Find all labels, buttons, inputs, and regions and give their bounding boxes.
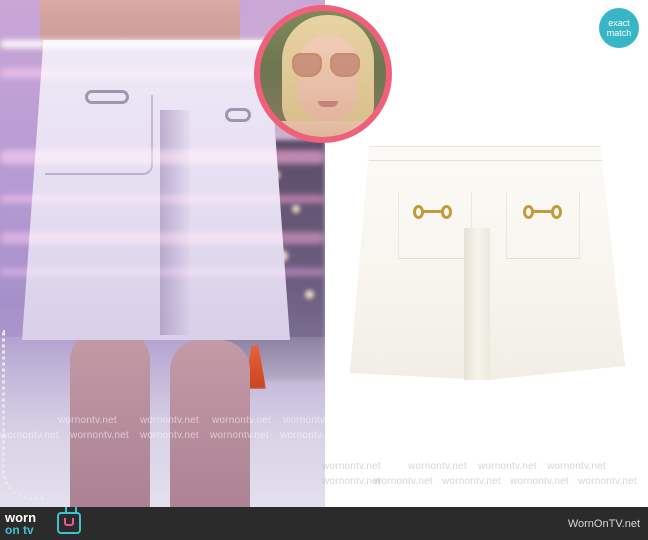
bokeh-light [305,290,314,299]
light-streak [0,195,325,203]
watermark-text: wornontv.net [210,430,269,441]
portrait-face [298,35,358,121]
sunglasses-lens [330,53,360,77]
watermark-text: wornontv.net [408,461,467,472]
light-streak [0,268,325,276]
wornontv-logo[interactable]: worn on tv [5,511,36,536]
watermark-text: wornontv.net [510,476,569,487]
watermark-text: wornontv.net [547,461,606,472]
tv-hanger-icon [57,512,81,534]
watermark-text: wornontv.net [280,430,339,441]
watermark-text: wornontv.net [58,415,117,426]
skirt-pocket-left [398,191,472,259]
bag-chain [2,330,44,500]
sunglasses-lens [292,53,322,77]
skirt-box-pleat [464,228,490,380]
watermark-text: wornontv.net [442,476,501,487]
light-streak [0,232,325,244]
worn-skirt [22,40,290,340]
skirt-waistband [369,160,602,161]
watermark-text: wornontv.net [322,461,381,472]
watermark-text: wornontv.net [140,415,199,426]
inset-portrait [254,5,392,143]
watermark-text: wornontv.net [322,476,381,487]
watermark-text: wornontv.net [70,430,129,441]
product-skirt-image[interactable] [350,146,625,380]
site-name[interactable]: WornOnTV.net [568,518,640,530]
portrait-lips [318,101,338,107]
watermark-text: wornontv.net [478,461,537,472]
logo-text-bottom: on tv [5,523,34,537]
horsebit-hardware [523,205,563,219]
bokeh-light [292,205,300,213]
watermark-text: wornontv.net [578,476,637,487]
skirt-pocket-right [506,191,580,259]
horsebit-hardware [85,90,129,104]
horsebit-hardware [413,205,453,219]
horsebit-hardware [225,108,251,122]
exact-match-badge: exact match [599,8,639,48]
watermark-text: wornontv.net [374,476,433,487]
light-streak [0,150,325,164]
watermark-text: wornontv.net [0,430,59,441]
watermark-text: wornontv.net [283,415,342,426]
watermark-text: wornontv.net [140,430,199,441]
watermark-text: wornontv.net [212,415,271,426]
badge-line-1: exact [608,18,630,28]
footer-bar: worn on tv WornOnTV.net [0,507,648,540]
skirt-front-pleat [160,110,190,335]
badge-line-2: match [606,28,632,38]
